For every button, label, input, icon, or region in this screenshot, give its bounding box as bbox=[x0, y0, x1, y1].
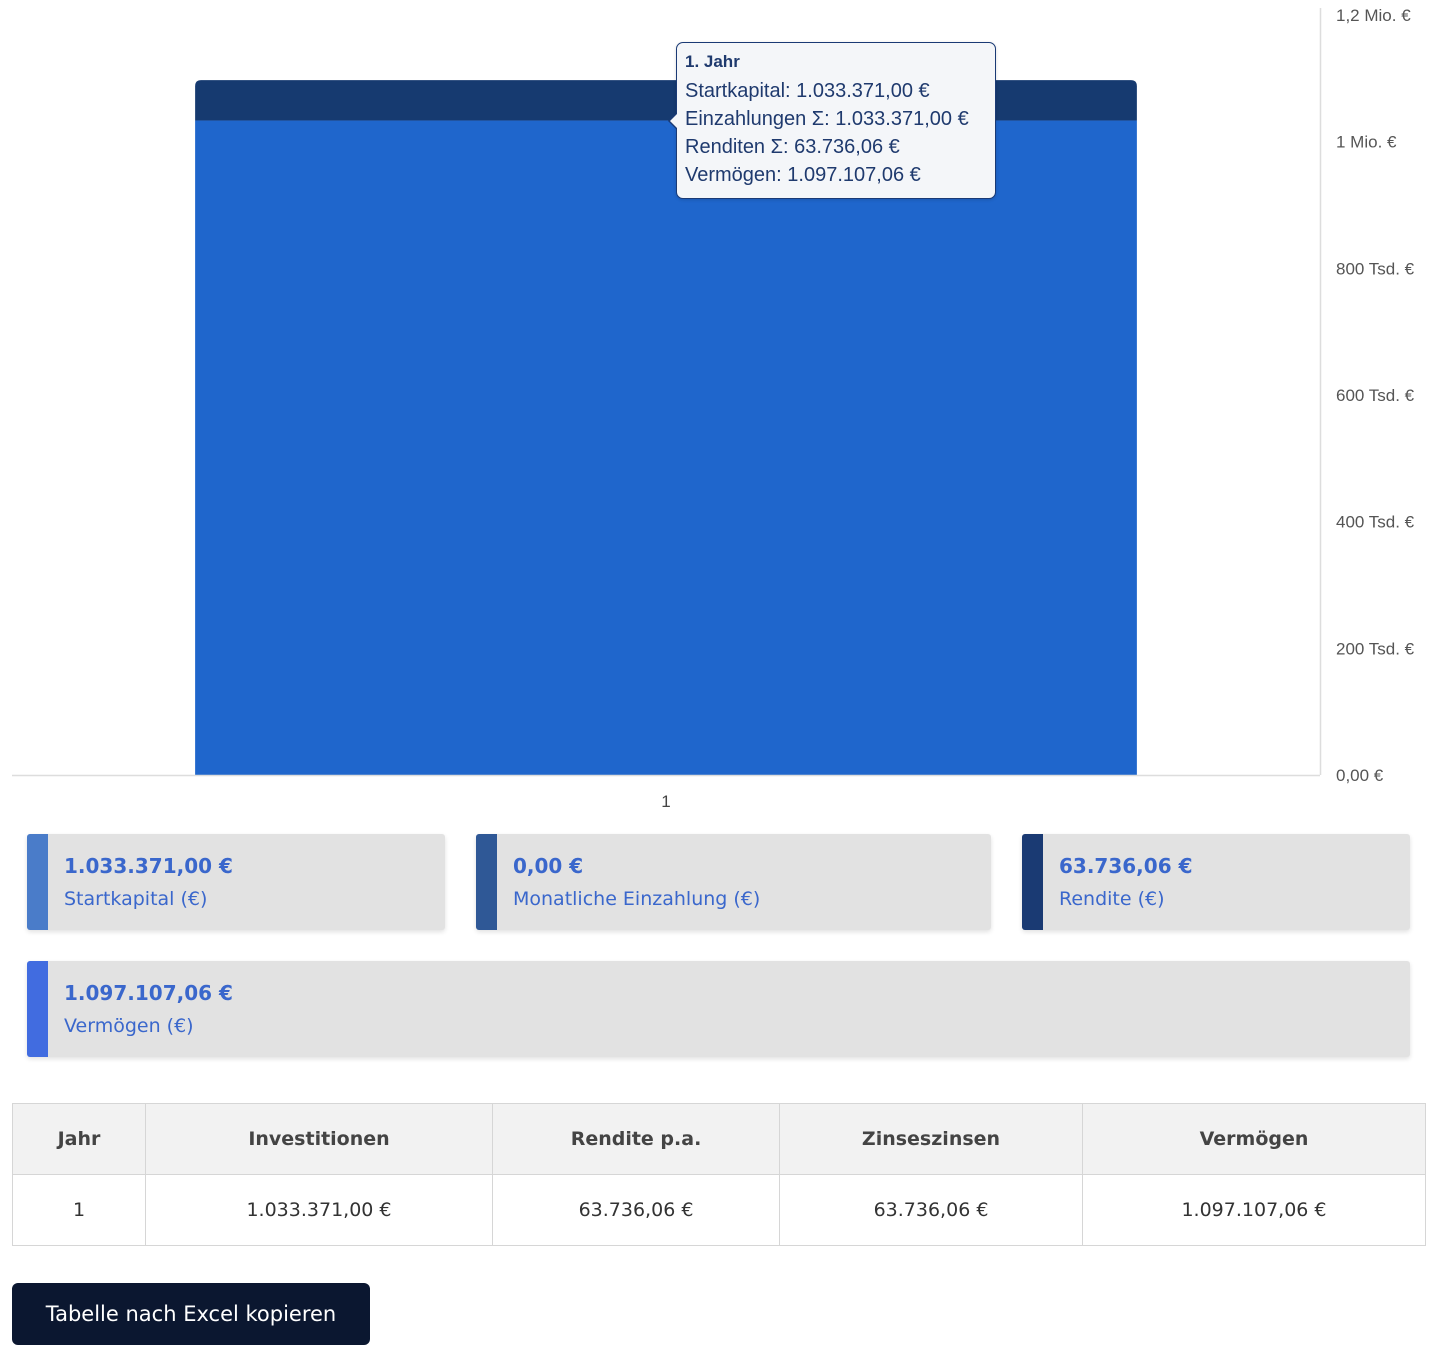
card-value: 1.033.371,00 € bbox=[64, 854, 233, 878]
header-rendite-pa: Rendite p.a. bbox=[492, 1103, 780, 1175]
card-color-stripe bbox=[1022, 834, 1043, 930]
y-axis-ticks: 0,00 € 200 Tsd. € 400 Tsd. € 600 Tsd. € 800 … bbox=[1336, 6, 1415, 785]
table-row: 1 1.033.371,00 € 63.736,06 € 63.736,06 €… bbox=[12, 1174, 1426, 1246]
y-tick-label: 0,00 € bbox=[1336, 766, 1384, 785]
y-tick-label: 400 Tsd. € bbox=[1336, 513, 1415, 532]
y-tick-label: 1 Mio. € bbox=[1336, 133, 1397, 152]
y-tick-label: 200 Tsd. € bbox=[1336, 639, 1415, 658]
header-zinseszinsen: Zinseszinsen bbox=[779, 1103, 1083, 1175]
copy-to-excel-button[interactable]: Tabelle nach Excel kopieren bbox=[12, 1283, 370, 1345]
tooltip-row-renditen: Renditen Σ: 63.736,06 € bbox=[685, 136, 900, 158]
table-header-row: Jahr Investitionen Rendite p.a. Zinseszi… bbox=[12, 1103, 1426, 1175]
card-value: 0,00 € bbox=[513, 854, 584, 878]
card-value: 1.097.107,06 € bbox=[64, 981, 233, 1005]
stat-card-monatliche-einzahlung: 0,00 € Monatliche Einzahlung (€) bbox=[476, 834, 991, 930]
y-tick-label: 800 Tsd. € bbox=[1336, 259, 1415, 278]
bar-startkapital[interactable] bbox=[195, 120, 1137, 776]
card-label: Vermögen (€) bbox=[64, 1015, 194, 1037]
cell-investitionen: 1.033.371,00 € bbox=[145, 1174, 493, 1246]
header-jahr: Jahr bbox=[12, 1103, 146, 1175]
chart-tooltip: 1. Jahr Startkapital: 1.033.371,00 € Ein… bbox=[668, 42, 996, 199]
tooltip-title: 1. Jahr bbox=[685, 52, 740, 71]
card-value: 63.736,06 € bbox=[1059, 854, 1193, 878]
x-axis-ticks: 1 bbox=[661, 792, 670, 811]
stat-card-rendite: 63.736,06 € Rendite (€) bbox=[1022, 834, 1410, 930]
stat-card-startkapital: 1.033.371,00 € Startkapital (€) bbox=[27, 834, 445, 930]
tooltip-row-vermoegen: Vermögen: 1.097.107,06 € bbox=[685, 164, 921, 186]
tooltip-row-startkapital: Startkapital: 1.033.371,00 € bbox=[685, 80, 930, 102]
y-tick-label: 1,2 Mio. € bbox=[1336, 6, 1411, 25]
card-label: Startkapital (€) bbox=[64, 888, 208, 910]
card-label: Monatliche Einzahlung (€) bbox=[513, 888, 761, 910]
stat-card-vermoegen: 1.097.107,06 € Vermögen (€) bbox=[27, 961, 1410, 1057]
card-color-stripe bbox=[27, 834, 48, 930]
card-color-stripe bbox=[476, 834, 497, 930]
y-tick-label: 600 Tsd. € bbox=[1336, 386, 1415, 405]
x-tick-label: 1 bbox=[661, 792, 670, 811]
cell-jahr: 1 bbox=[12, 1174, 146, 1246]
card-color-stripe bbox=[27, 961, 48, 1057]
cell-rendite-pa: 63.736,06 € bbox=[492, 1174, 780, 1246]
cell-vermoegen: 1.097.107,06 € bbox=[1082, 1174, 1426, 1246]
header-investitionen: Investitionen bbox=[145, 1103, 493, 1175]
tooltip-row-einzahlungen: Einzahlungen Σ: 1.033.371,00 € bbox=[685, 108, 969, 130]
cell-zinseszinsen: 63.736,06 € bbox=[779, 1174, 1083, 1246]
header-vermoegen: Vermögen bbox=[1082, 1103, 1426, 1175]
results-table: Jahr Investitionen Rendite p.a. Zinseszi… bbox=[12, 1103, 1426, 1246]
card-label: Rendite (€) bbox=[1059, 888, 1165, 910]
